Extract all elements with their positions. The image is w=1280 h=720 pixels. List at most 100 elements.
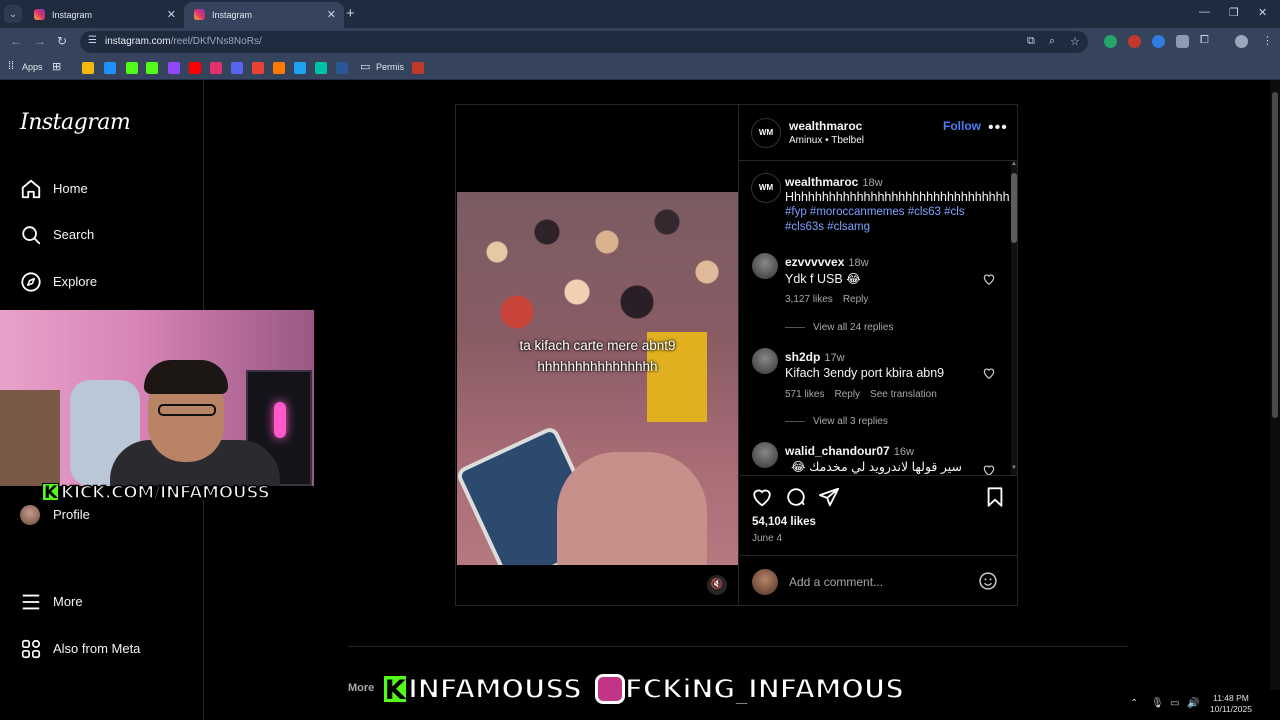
extension-red-icon[interactable] — [1128, 35, 1141, 48]
page-scrollbar-thumb[interactable] — [1272, 92, 1278, 418]
comment-avatar[interactable] — [752, 348, 778, 374]
sidebar-item-explore[interactable]: Explore — [20, 269, 190, 299]
caption-hashtags[interactable]: #fyp #moroccanmemes #cls63 #cls #cls63s #… — [785, 205, 995, 235]
bookmark-gmail-icon[interactable] — [252, 62, 264, 74]
save-bookmark-icon[interactable] — [984, 486, 1006, 508]
comment-like-icon[interactable] — [982, 463, 996, 475]
tab-groups-icon[interactable]: ⊞ — [52, 60, 64, 73]
tab-instagram-1[interactable]: Instagram ✕ — [24, 2, 184, 28]
extensions-puzzle-icon[interactable]: ⧠ — [1200, 34, 1209, 47]
page-scrollbar[interactable] — [1270, 80, 1280, 690]
follow-button[interactable]: Follow — [943, 119, 981, 133]
extension-blue-icon[interactable] — [1152, 35, 1165, 48]
bookmark-navy-icon[interactable] — [336, 62, 348, 74]
tab-instagram-2[interactable]: Instagram ✕ — [184, 2, 344, 28]
comment-input[interactable]: Add a comment... — [789, 575, 883, 589]
install-app-icon[interactable]: ⧉ — [1027, 35, 1035, 48]
comment-username[interactable]: sh2dp 17w — [785, 350, 845, 364]
author-avatar[interactable]: WM — [751, 173, 781, 203]
likes-count[interactable]: 54,104 likes — [752, 516, 816, 528]
zoom-icon[interactable]: ⌕ — [1049, 35, 1055, 48]
scroll-up-icon[interactable]: ▲ — [1011, 161, 1017, 167]
author-username[interactable]: wealthmaroc — [789, 119, 862, 133]
sidebar-item-more[interactable]: More — [20, 589, 190, 619]
bookmark-blue-icon[interactable] — [104, 62, 116, 74]
tab-search-button[interactable]: ⌄ — [4, 5, 22, 23]
volume-icon[interactable]: 🔊 — [1187, 698, 1199, 709]
like-heart-icon[interactable] — [751, 486, 773, 508]
close-tab-icon[interactable]: ✕ — [327, 8, 336, 21]
bookmark-discord-icon[interactable] — [231, 62, 243, 74]
browser-menu-icon[interactable]: ⋮ — [1262, 34, 1273, 47]
avatar — [20, 505, 40, 525]
share-icon[interactable] — [818, 486, 840, 508]
comments-scrollbar[interactable]: ▲ ▼ — [1011, 161, 1017, 475]
bookmark-twitch-icon[interactable] — [168, 62, 180, 74]
sidebar-item-profile[interactable]: Profile — [20, 502, 190, 532]
view-replies-button[interactable]: View all 24 replies — [785, 322, 893, 333]
profile-avatar-icon[interactable] — [1235, 35, 1248, 48]
instagram-logo[interactable]: Instagram — [20, 110, 131, 135]
mute-icon[interactable]: 🔇 — [707, 575, 727, 595]
bookmark-apps[interactable]: Apps — [22, 62, 43, 72]
scroll-down-icon[interactable]: ▼ — [1011, 465, 1017, 471]
post-date[interactable]: June 4 — [752, 533, 782, 544]
restore-button[interactable]: ❐ — [1229, 6, 1239, 19]
minimize-button[interactable]: — — [1199, 6, 1210, 18]
sidebar-item-also-from-meta[interactable]: Also from Meta — [20, 636, 190, 666]
forward-icon[interactable]: → — [34, 34, 46, 48]
more-options-icon[interactable]: ••• — [988, 119, 1008, 137]
bookmark-kick-2-icon[interactable] — [146, 62, 158, 74]
sidebar-item-search[interactable]: Search — [20, 222, 190, 252]
extension-grammarly-icon[interactable] — [1104, 35, 1117, 48]
bookmark-folder-permis[interactable]: Permis — [376, 62, 404, 72]
bookmark-star-icon[interactable]: ☆ — [1070, 35, 1080, 48]
caption-username[interactable]: wealthmaroc 18w — [785, 175, 883, 189]
comment-username[interactable]: walid_chandour07 16w — [785, 444, 914, 458]
comment-avatar[interactable] — [752, 253, 778, 279]
bookmark-instagram-icon[interactable] — [210, 62, 222, 74]
close-tab-icon[interactable]: ✕ — [167, 8, 176, 21]
emoji-icon[interactable] — [978, 571, 998, 591]
bookmark-teal-icon[interactable] — [315, 62, 327, 74]
site-info-icon[interactable]: ☰ — [88, 35, 97, 46]
bookmark-youtube-icon[interactable] — [189, 62, 201, 74]
reply-button[interactable]: Reply — [834, 389, 860, 400]
comment-like-icon[interactable] — [982, 366, 996, 380]
comment-username[interactable]: ezvvvvvex 18w — [785, 255, 869, 269]
close-window-button[interactable]: ✕ — [1258, 6, 1267, 19]
tray-chevron-icon[interactable]: ⌃ — [1130, 698, 1138, 709]
kick-logo-icon: K — [382, 674, 408, 706]
instagram-logo-icon — [594, 674, 625, 704]
comment-icon[interactable] — [785, 486, 807, 508]
bookmark-orange-icon[interactable] — [273, 62, 285, 74]
bookmark-kick-icon[interactable] — [126, 62, 138, 74]
view-replies-button[interactable]: View all 3 replies — [785, 416, 888, 427]
comment-likes[interactable]: 571 likes — [785, 389, 824, 400]
see-translation-button[interactable]: See translation — [870, 389, 937, 400]
scrollbar-thumb[interactable] — [1011, 173, 1017, 243]
reel-video[interactable]: ta kifach carte mere abnt9 hhhhhhhhhhhhh… — [456, 105, 738, 605]
apps-grid-icon: ⁞⁞ — [8, 60, 15, 72]
sidebar-item-label: Home — [53, 181, 88, 196]
post-header: WM wealthmaroc Aminux • Tbelbel Follow •… — [739, 105, 1018, 161]
microphone-icon[interactable]: 🎙 — [1151, 698, 1164, 709]
comment-avatar[interactable] — [752, 442, 778, 468]
section-divider — [348, 646, 1128, 647]
bookmark-red-icon[interactable] — [412, 62, 424, 74]
reply-button[interactable]: Reply — [843, 294, 869, 305]
new-tab-button[interactable]: + — [346, 5, 355, 22]
taskbar-clock[interactable]: 11:48 PM 10/11/2025 — [1206, 693, 1256, 715]
author-avatar[interactable]: WM — [751, 118, 781, 148]
comment-like-icon[interactable] — [982, 272, 996, 286]
back-icon[interactable]: ← — [10, 34, 22, 48]
comment-likes[interactable]: 3,127 likes — [785, 294, 833, 305]
network-icon[interactable]: ▭ — [1170, 698, 1179, 709]
extension-badge-icon[interactable] — [1176, 35, 1189, 48]
audio-attribution[interactable]: Aminux • Tbelbel — [789, 135, 864, 146]
reload-icon[interactable]: ↻ — [57, 34, 67, 48]
bookmark-binance-icon[interactable] — [82, 62, 94, 74]
bookmark-cyan-icon[interactable] — [294, 62, 306, 74]
sidebar-item-home[interactable]: Home — [20, 176, 190, 206]
address-bar[interactable]: ☰ instagram.com/reel/DKfVNs8NoRs/ ⧉ ⌕ ☆ — [80, 31, 1088, 53]
